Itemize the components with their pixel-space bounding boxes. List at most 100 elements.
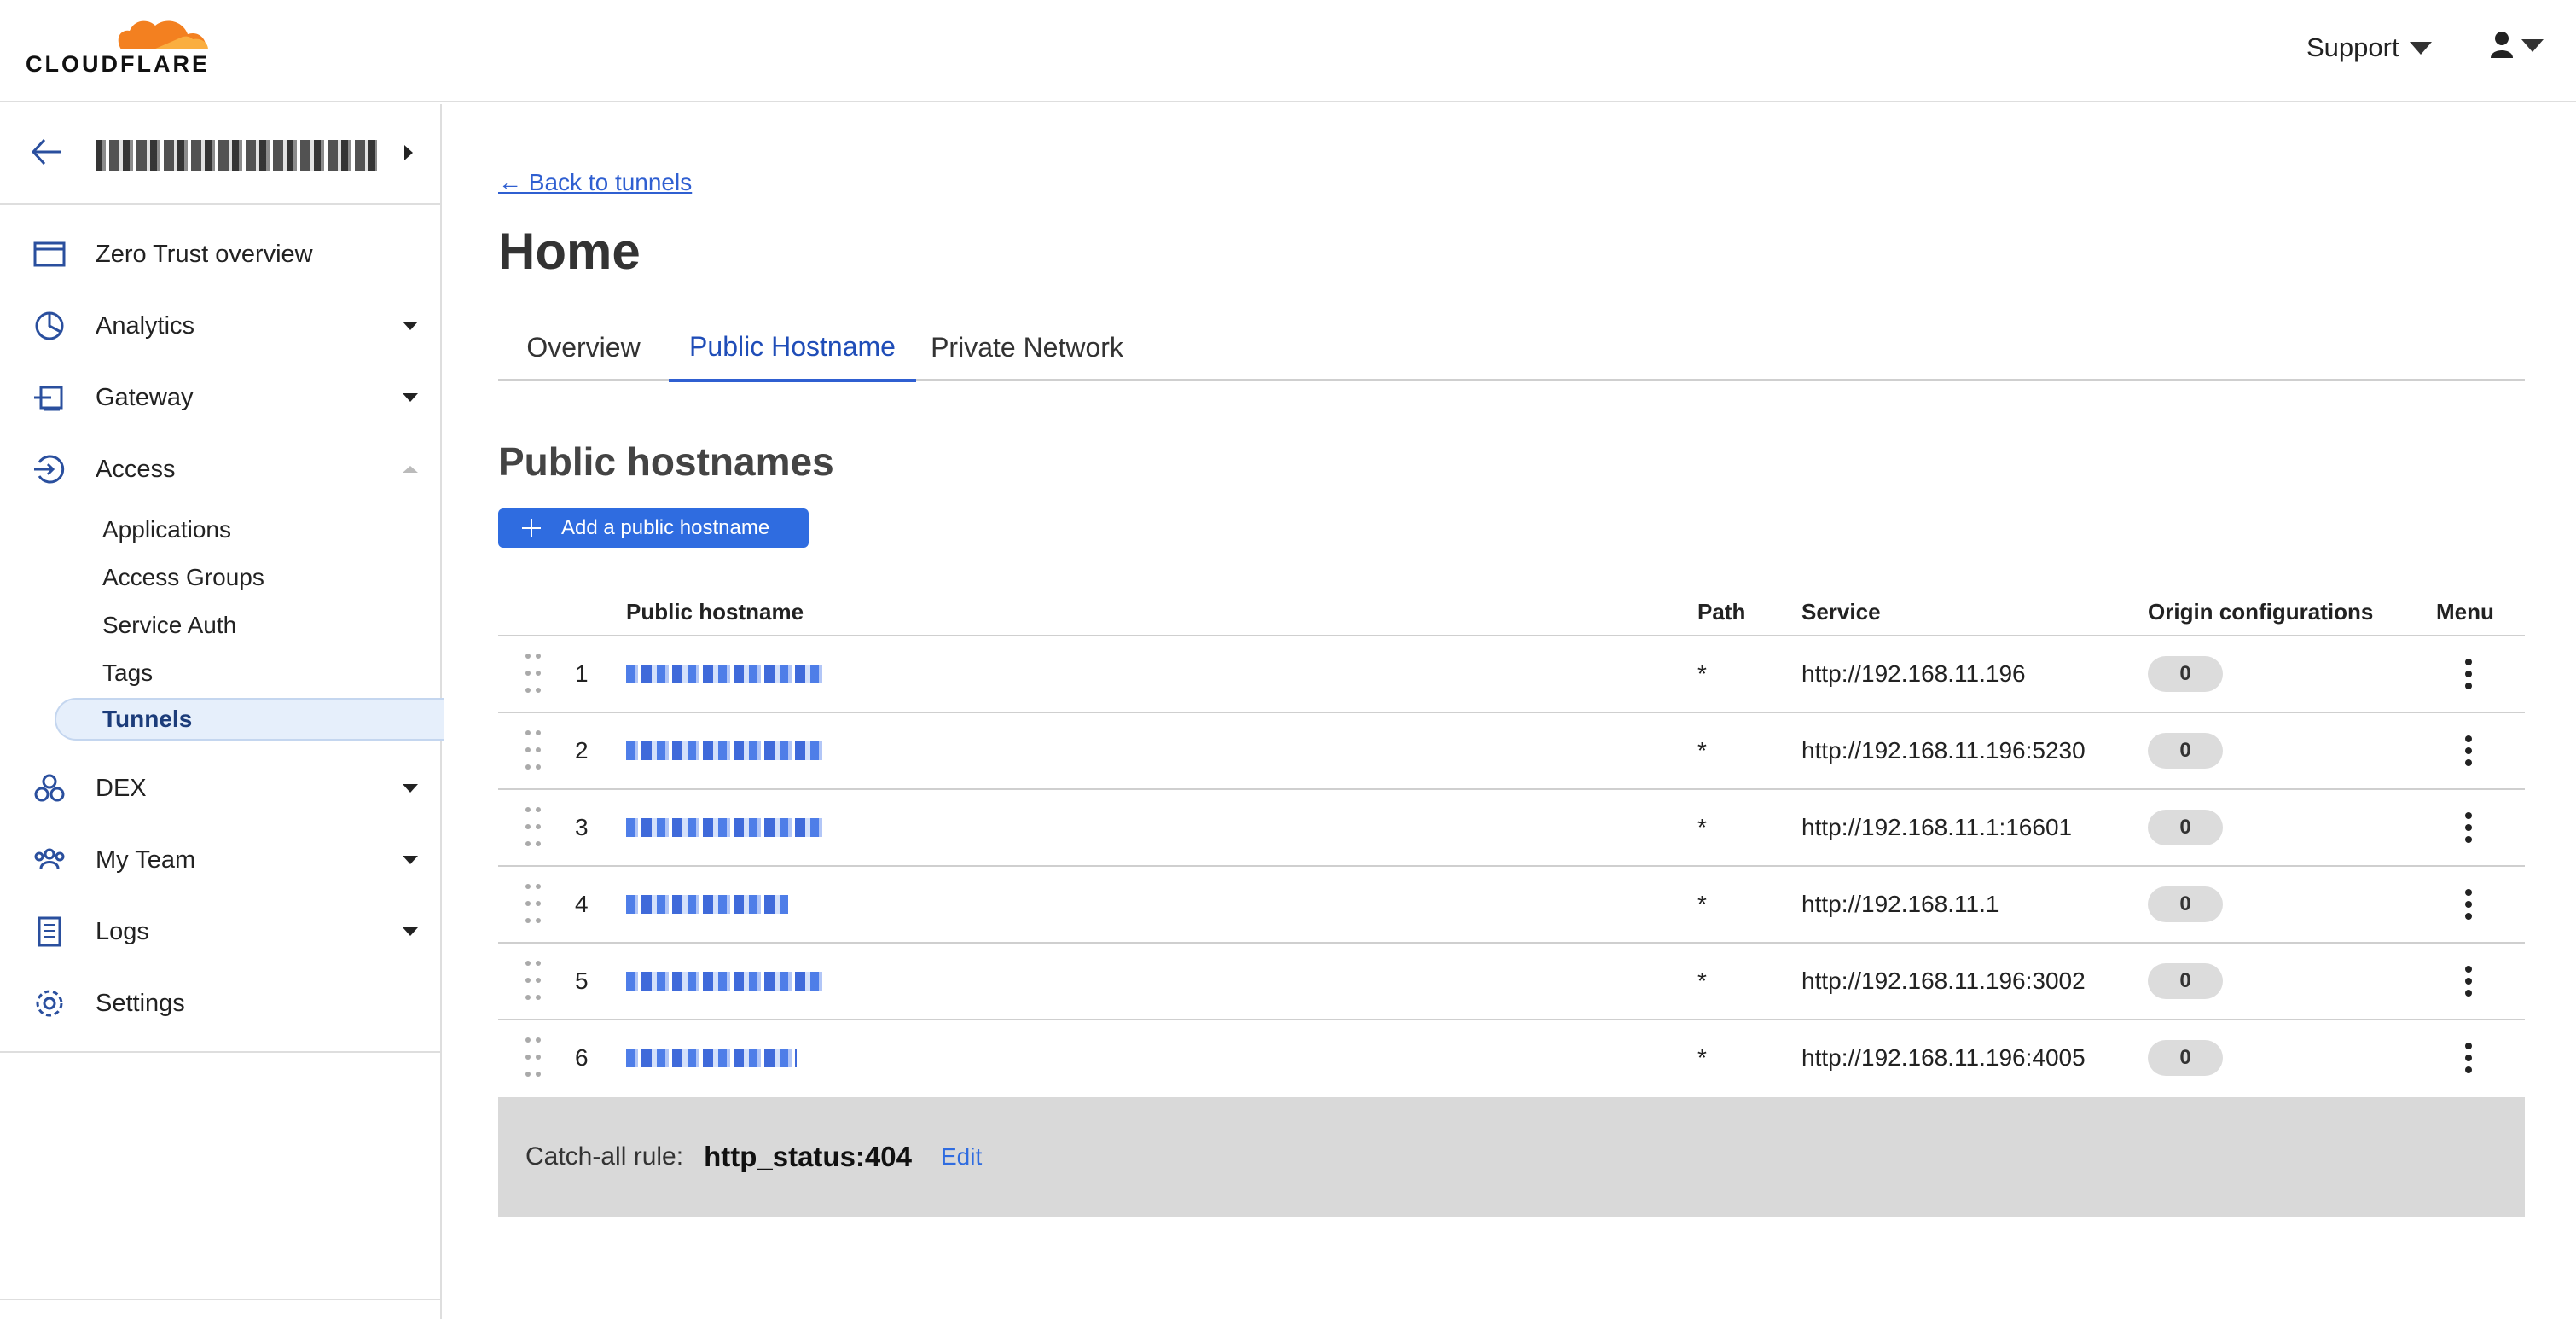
sidebar-item-access-groups[interactable]: Access Groups — [0, 556, 440, 599]
catch-all-value: http_status:404 — [704, 1141, 912, 1172]
access-icon — [34, 455, 65, 484]
path-cell: * — [1697, 814, 1707, 840]
drag-handle-icon[interactable] — [525, 807, 542, 848]
chevron-down-icon — [403, 322, 418, 330]
origin-cell: 0 — [2148, 1020, 2223, 1095]
sidebar-item-applications[interactable]: Applications — [0, 508, 440, 551]
nav-access[interactable]: Access — [0, 439, 440, 500]
support-menu[interactable]: Support — [2306, 32, 2432, 63]
nav-analytics[interactable]: Analytics — [0, 295, 440, 357]
origin-count-badge: 0 — [2148, 733, 2223, 769]
hostnames-table: Public hostname Path Service Origin conf… — [498, 590, 2525, 1097]
path-cell: * — [1697, 891, 1707, 917]
table-row[interactable]: 1 * http://192.168.11.196 0 — [498, 636, 2525, 713]
nav-label: Logs — [96, 917, 149, 945]
drag-handle-icon[interactable] — [525, 1037, 542, 1078]
hostname-cell[interactable] — [626, 1020, 797, 1095]
nav-settings[interactable]: Settings — [0, 973, 440, 1034]
drag-handle-icon[interactable] — [525, 730, 542, 771]
service-cell: http://192.168.11.196:3002 — [1801, 967, 2086, 994]
service-cell: http://192.168.11.196 — [1801, 660, 2026, 687]
kebab-menu-icon[interactable] — [2465, 889, 2472, 920]
origin-count-badge: 0 — [2148, 1040, 2223, 1076]
table-row[interactable]: 3 * http://192.168.11.1:16601 0 — [498, 790, 2525, 867]
nav-gateway[interactable]: Gateway — [0, 367, 440, 428]
drag-handle-icon[interactable] — [525, 654, 542, 694]
nav-zero-trust-overview[interactable]: Zero Trust overview — [0, 224, 440, 285]
chevron-down-icon — [2521, 38, 2544, 52]
drag-handle-icon[interactable] — [525, 961, 542, 1002]
tab-private-network[interactable]: Private Network — [916, 314, 1138, 381]
tab-overview[interactable]: Overview — [498, 314, 669, 381]
hostname-cell[interactable] — [626, 790, 824, 865]
table-row[interactable]: 5 * http://192.168.11.196:3002 0 — [498, 944, 2525, 1020]
cloudflare-logo[interactable]: CLOUDFLARE — [26, 12, 213, 80]
sidebar-item-service-auth[interactable]: Service Auth — [0, 604, 440, 647]
nav-label: Zero Trust overview — [96, 240, 313, 268]
column-header-hostname: Public hostname — [626, 599, 804, 625]
top-bar: CLOUDFLARE Support — [0, 0, 2576, 102]
table-row[interactable]: 6 * http://192.168.11.196:4005 0 — [498, 1020, 2525, 1097]
kebab-menu-icon[interactable] — [2465, 812, 2472, 843]
button-label: Add a public hostname — [561, 516, 770, 539]
chevron-up-icon — [403, 466, 418, 473]
table-row[interactable]: 4 * http://192.168.11.1 0 — [498, 867, 2525, 944]
row-index: 1 — [575, 660, 589, 687]
team-icon — [34, 848, 65, 869]
origin-cell: 0 — [2148, 867, 2223, 942]
kebab-menu-icon[interactable] — [2465, 735, 2472, 766]
origin-cell: 0 — [2148, 790, 2223, 865]
sidebar-item-tags[interactable]: Tags — [0, 652, 440, 694]
nav-label: Settings — [96, 989, 185, 1017]
chevron-down-icon — [403, 784, 418, 793]
nav-dex[interactable]: DEX — [0, 758, 440, 819]
catch-all-edit-link[interactable]: Edit — [941, 1143, 982, 1171]
column-header-menu: Menu — [2436, 599, 2494, 625]
add-public-hostname-button[interactable]: Add a public hostname — [498, 508, 809, 548]
row-index: 2 — [575, 737, 589, 764]
pie-chart-icon — [35, 311, 64, 340]
cloud-logo-icon — [118, 20, 208, 49]
gear-icon — [36, 990, 63, 1017]
drag-handle-icon[interactable] — [525, 884, 542, 925]
sidebar-divider — [0, 1051, 440, 1053]
user-menu[interactable] — [2489, 31, 2544, 60]
hostname-cell[interactable] — [626, 713, 824, 788]
arrow-left-icon[interactable] — [31, 137, 63, 167]
nav-my-team[interactable]: My Team — [0, 829, 440, 891]
logs-icon — [38, 916, 61, 947]
row-index: 6 — [575, 1044, 589, 1071]
sub-label: Service Auth — [102, 612, 237, 638]
kebab-menu-icon[interactable] — [2465, 1043, 2472, 1073]
kebab-menu-icon[interactable] — [2465, 659, 2472, 689]
sidebar: Zero Trust overview Analytics Gateway Ac… — [0, 104, 444, 1319]
plus-icon — [522, 519, 541, 537]
origin-count-badge: 0 — [2148, 963, 2223, 999]
kebab-menu-icon[interactable] — [2465, 966, 2472, 997]
origin-cell: 0 — [2148, 944, 2223, 1019]
sidebar-divider — [0, 1299, 440, 1300]
service-cell: http://192.168.11.196:4005 — [1801, 1044, 2086, 1071]
origin-count-badge: 0 — [2148, 810, 2223, 845]
dex-icon — [34, 774, 65, 802]
service-cell: http://192.168.11.1:16601 — [1801, 814, 2073, 840]
hostname-cell[interactable] — [626, 867, 788, 942]
hostname-redacted — [626, 741, 824, 760]
catch-all-rule: Catch-all rule: http_status:404 Edit — [498, 1097, 2525, 1217]
gateway-icon — [34, 386, 63, 411]
account-switcher[interactable] — [0, 104, 440, 205]
nav-logs[interactable]: Logs — [0, 901, 440, 962]
support-label: Support — [2306, 32, 2399, 62]
section-title: Public hostnames — [498, 439, 834, 484]
hostname-cell[interactable] — [626, 944, 824, 1019]
tab-public-hostname[interactable]: Public Hostname — [669, 314, 916, 382]
chevron-right-icon[interactable] — [404, 145, 413, 160]
sidebar-item-tunnels[interactable]: Tunnels — [55, 698, 444, 741]
column-header-service: Service — [1801, 599, 1881, 625]
nav-label: My Team — [96, 845, 196, 874]
column-header-path: Path — [1697, 599, 1746, 625]
table-row[interactable]: 2 * http://192.168.11.196:5230 0 — [498, 713, 2525, 790]
back-to-tunnels-link[interactable]: ← Back to tunnels — [498, 169, 692, 196]
hostname-cell[interactable] — [626, 636, 824, 712]
logo-text: CLOUDFLARE — [26, 51, 210, 77]
